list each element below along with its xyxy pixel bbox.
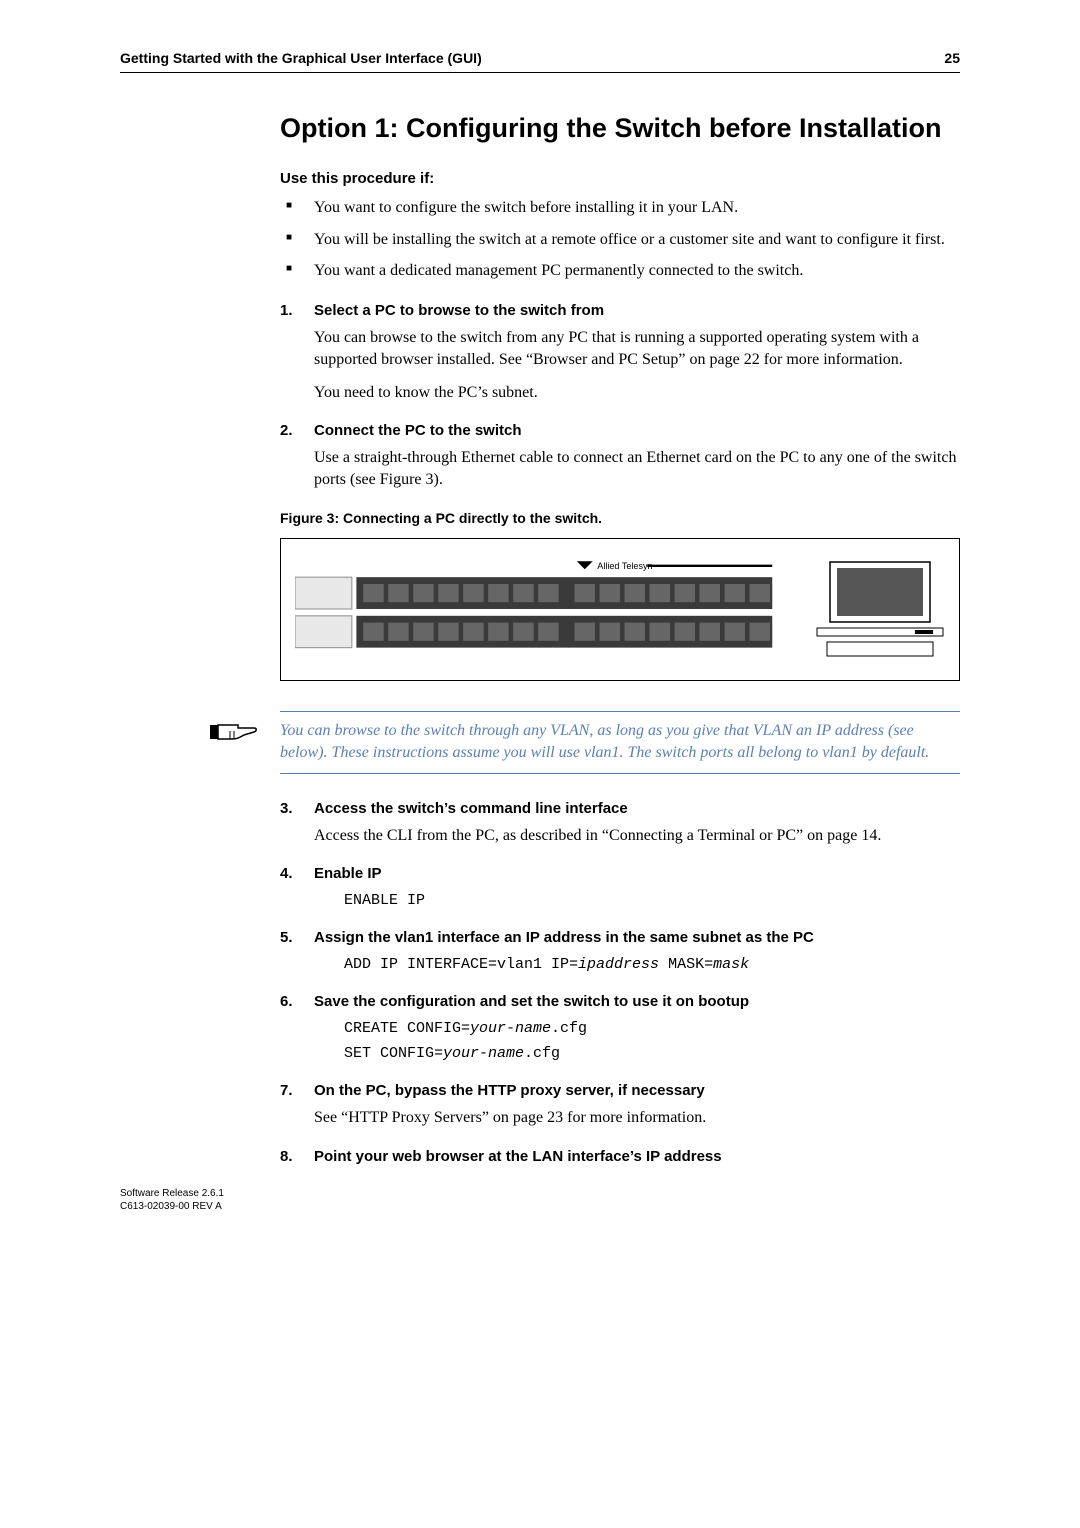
list-item: You will be installing the switch at a r… bbox=[280, 229, 960, 251]
figure-box: Allied Telesyn bbox=[280, 538, 960, 681]
list-item: You want a dedicated management PC perma… bbox=[280, 260, 960, 282]
brand-label: Allied Telesyn bbox=[597, 561, 652, 571]
note-block: You can browse to the switch through any… bbox=[280, 711, 960, 774]
header-title: Getting Started with the Graphical User … bbox=[120, 50, 482, 66]
step-2: 2. Connect the PC to the switch Use a st… bbox=[280, 422, 960, 492]
step-number: 1. bbox=[280, 302, 314, 319]
footer-docid: C613-02039-00 REV A bbox=[120, 1200, 224, 1213]
step-number: 5. bbox=[280, 929, 314, 946]
step-5: 5. Assign the vlan1 interface an IP addr… bbox=[280, 929, 960, 975]
hand-pointing-icon bbox=[210, 717, 260, 752]
step-title: Point your web browser at the LAN interf… bbox=[314, 1148, 722, 1165]
step-paragraph: You can browse to the switch from any PC… bbox=[314, 327, 960, 372]
step-1: 1. Select a PC to browse to the switch f… bbox=[280, 302, 960, 404]
note-text: You can browse to the switch through any… bbox=[280, 718, 960, 767]
code-line: CREATE CONFIG=your-name.cfg bbox=[344, 1018, 960, 1039]
page-footer: Software Release 2.6.1 C613-02039-00 REV… bbox=[120, 1187, 224, 1213]
step-title: Access the switch’s command line interfa… bbox=[314, 800, 628, 817]
step-number: 6. bbox=[280, 993, 314, 1010]
step-title: Connect the PC to the switch bbox=[314, 422, 522, 439]
step-number: 8. bbox=[280, 1148, 314, 1165]
step-paragraph: Access the CLI from the PC, as described… bbox=[314, 825, 960, 847]
step-title: Enable IP bbox=[314, 865, 382, 882]
step-paragraph: Use a straight-through Ethernet cable to… bbox=[314, 447, 960, 492]
code-line: ADD IP INTERFACE=vlan1 IP=ipaddress MASK… bbox=[344, 954, 960, 975]
step-3: 3. Access the switch’s command line inte… bbox=[280, 800, 960, 847]
step-title: Save the configuration and set the switc… bbox=[314, 993, 749, 1010]
step-number: 2. bbox=[280, 422, 314, 439]
figure-caption: Figure 3: Connecting a PC directly to th… bbox=[280, 510, 960, 526]
intro-subhead: Use this procedure if: bbox=[280, 170, 960, 187]
step-title: Assign the vlan1 interface an IP address… bbox=[314, 929, 814, 946]
step-7: 7. On the PC, bypass the HTTP proxy serv… bbox=[280, 1082, 960, 1129]
step-4: 4. Enable IP ENABLE IP bbox=[280, 865, 960, 911]
header-page-number: 25 bbox=[944, 50, 960, 66]
step-paragraph: See “HTTP Proxy Servers” on page 23 for … bbox=[314, 1107, 960, 1129]
monitor-diagram bbox=[815, 560, 945, 665]
page-header: Getting Started with the Graphical User … bbox=[120, 50, 960, 73]
code-line: SET CONFIG=your-name.cfg bbox=[344, 1043, 960, 1064]
step-8: 8. Point your web browser at the LAN int… bbox=[280, 1148, 960, 1165]
step-paragraph: You need to know the PC’s subnet. bbox=[314, 382, 960, 404]
step-6: 6. Save the configuration and set the sw… bbox=[280, 993, 960, 1064]
step-number: 7. bbox=[280, 1082, 314, 1099]
code-line: ENABLE IP bbox=[344, 890, 960, 911]
switch-diagram: Allied Telesyn bbox=[295, 559, 795, 666]
step-number: 4. bbox=[280, 865, 314, 882]
step-number: 3. bbox=[280, 800, 314, 817]
footer-release: Software Release 2.6.1 bbox=[120, 1187, 224, 1200]
list-item: You want to configure the switch before … bbox=[280, 197, 960, 219]
section-title: Option 1: Configuring the Switch before … bbox=[280, 113, 960, 144]
step-title: Select a PC to browse to the switch from bbox=[314, 302, 604, 319]
bullet-list: You want to configure the switch before … bbox=[280, 197, 960, 282]
step-title: On the PC, bypass the HTTP proxy server,… bbox=[314, 1082, 705, 1099]
